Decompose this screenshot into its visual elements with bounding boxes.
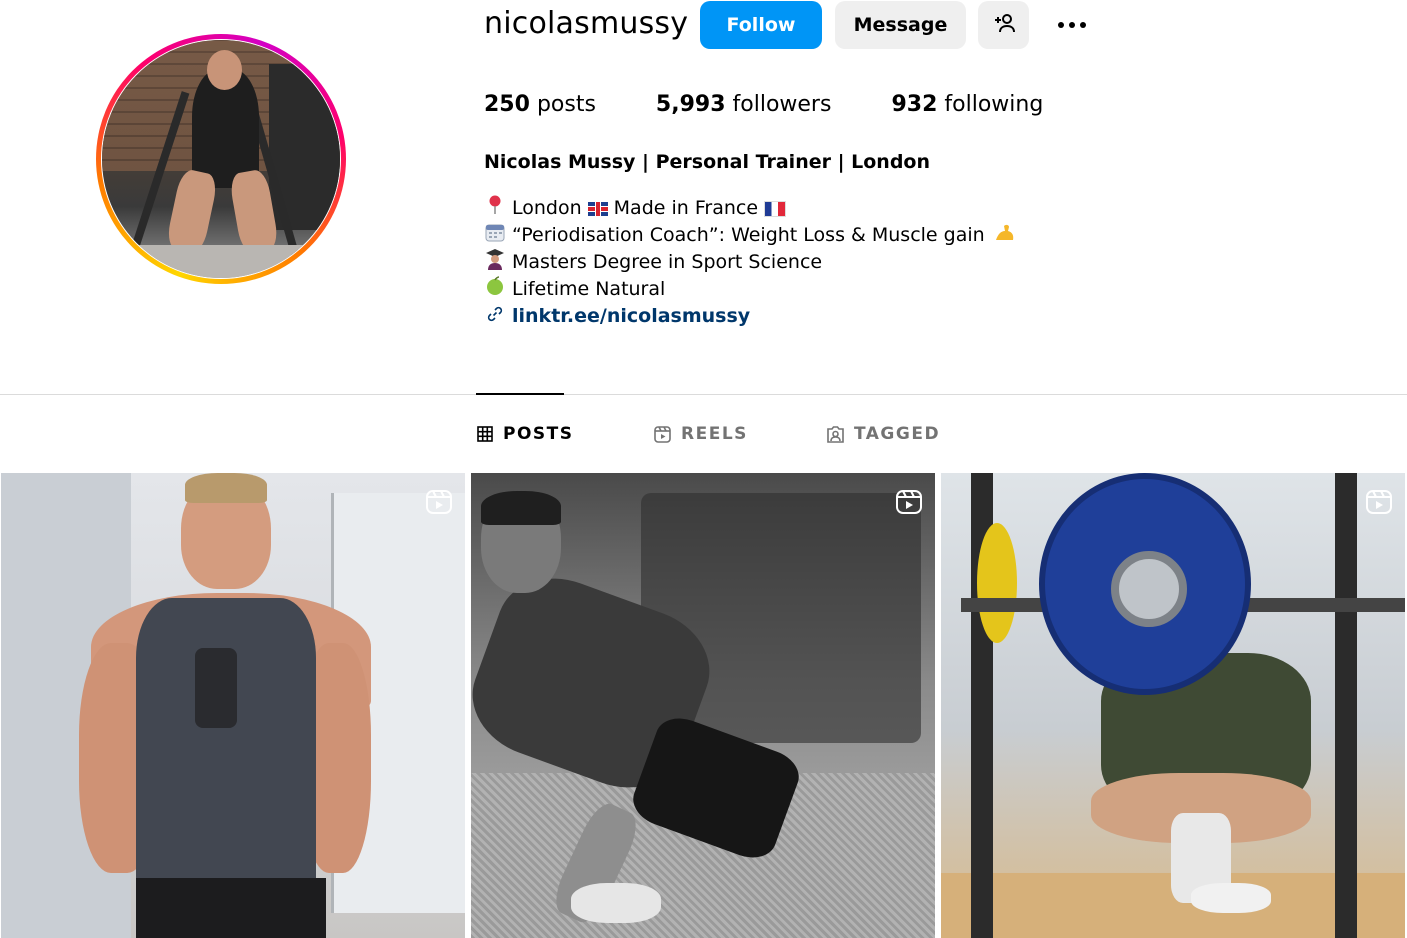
graduate-icon xyxy=(484,248,506,278)
tabs-divider xyxy=(0,394,1407,395)
green-apple-icon xyxy=(484,275,506,304)
pin-icon xyxy=(484,195,506,223)
grid-icon xyxy=(477,426,493,442)
tab-posts[interactable]: POSTS xyxy=(477,422,574,446)
post-person xyxy=(136,598,316,898)
posts-count: 250 posts xyxy=(484,92,596,117)
reel-badge-icon xyxy=(1365,487,1393,519)
profile-full-name: Nicolas Mussy | Personal Trainer | Londo… xyxy=(484,151,931,173)
tagged-icon xyxy=(827,425,844,443)
active-tab-indicator xyxy=(476,393,564,395)
reels-icon xyxy=(654,425,671,443)
more-options-button[interactable] xyxy=(1052,8,1092,42)
dot xyxy=(1069,22,1075,28)
follow-button[interactable]: Follow xyxy=(700,1,822,49)
username: nicolasmussy xyxy=(484,6,689,41)
avatar-person-leg xyxy=(165,167,220,255)
message-button[interactable]: Message xyxy=(835,1,966,49)
reel-badge-icon xyxy=(425,487,453,519)
bio-link[interactable]: linktr.ee/nicolasmussy xyxy=(512,303,750,330)
add-user-icon xyxy=(992,11,1016,40)
profile-stats: 250 posts 5,993 followers 932 following xyxy=(484,92,1103,117)
avatar[interactable] xyxy=(102,40,340,278)
bio-line-location: London Made in France xyxy=(484,195,1021,222)
post-person xyxy=(185,473,267,503)
bio-line-degree: Masters Degree in Sport Science xyxy=(484,248,1021,278)
post-thumbnail-2[interactable] xyxy=(471,473,935,938)
suggest-accounts-button[interactable] xyxy=(978,1,1029,49)
tab-reels[interactable]: REELS xyxy=(654,422,748,446)
bio-line-natural: Lifetime Natural xyxy=(484,275,1021,304)
reel-badge-icon xyxy=(895,487,923,519)
calendar-icon xyxy=(484,222,506,250)
post-person xyxy=(1191,883,1271,913)
post-thumbnail-3[interactable] xyxy=(941,473,1405,938)
post-phone xyxy=(195,648,237,728)
dot xyxy=(1080,22,1086,28)
uk-flag-icon xyxy=(587,201,608,216)
story-ring[interactable] xyxy=(96,34,346,284)
post-rack xyxy=(1335,473,1357,938)
post-person xyxy=(571,883,661,923)
followers-count[interactable]: 5,993 followers xyxy=(656,92,832,117)
dot xyxy=(1058,22,1064,28)
post-thumbnail-1[interactable] xyxy=(1,473,465,938)
bio-line-coach: “Periodisation Coach”: Weight Loss & Mus… xyxy=(484,222,1021,249)
following-count[interactable]: 932 following xyxy=(891,92,1043,117)
avatar-person-head xyxy=(206,49,243,90)
post-person xyxy=(136,878,326,938)
post-plate xyxy=(977,523,1017,643)
link-icon xyxy=(484,303,506,330)
france-flag-icon xyxy=(764,200,787,217)
flexed-biceps-icon xyxy=(993,222,1015,250)
avatar-floor xyxy=(102,244,340,278)
bio-link-row[interactable]: linktr.ee/nicolasmussy xyxy=(484,303,1021,330)
post-person xyxy=(481,491,561,525)
post-plate-hub xyxy=(1111,551,1187,627)
tab-tagged[interactable]: TAGGED xyxy=(827,422,940,446)
profile-bio: London Made in France “Periodisation Coa… xyxy=(484,195,1021,330)
